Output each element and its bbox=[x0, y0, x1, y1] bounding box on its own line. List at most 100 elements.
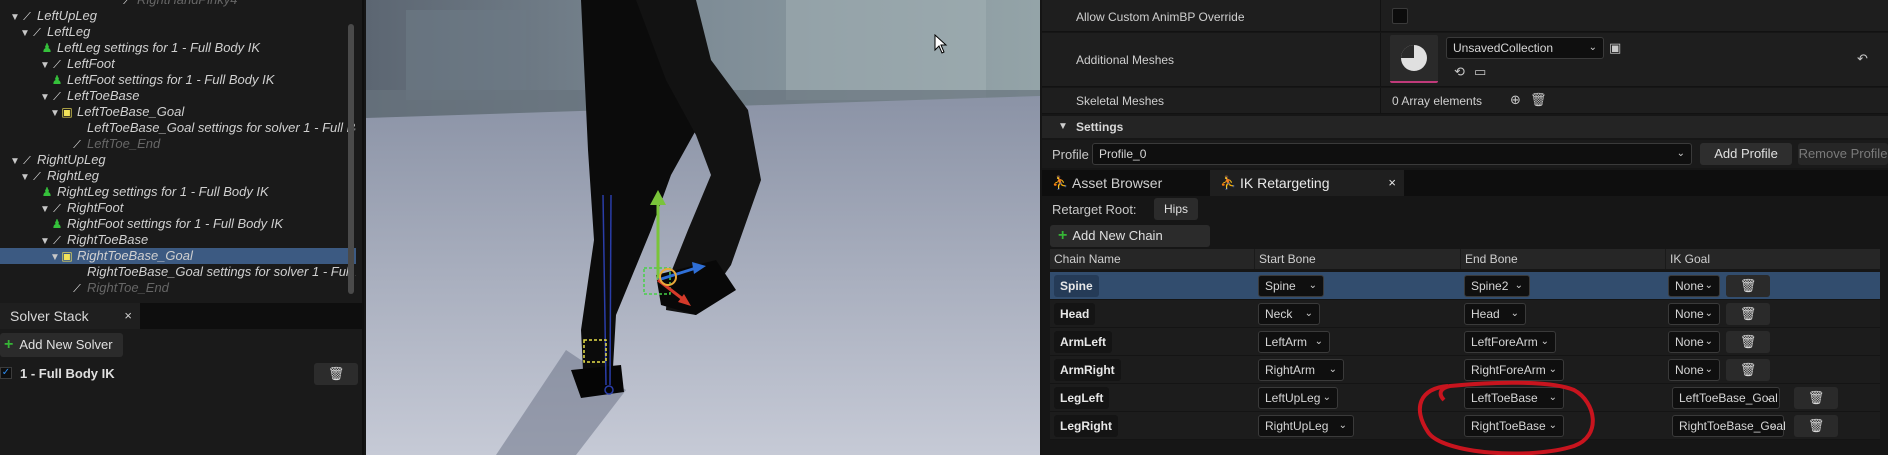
tree-item[interactable]: ▼▣ LeftToeBase_Goal bbox=[0, 104, 356, 120]
profile-dropdown[interactable]: Profile_0 ⌄ bbox=[1092, 143, 1692, 165]
chain-name[interactable]: Head bbox=[1054, 303, 1096, 325]
tree-item[interactable]: ♟ RightLeg settings for 1 - Full Body IK bbox=[0, 184, 356, 200]
tab-asset-browser[interactable]: ⛹ Asset Browser bbox=[1042, 170, 1204, 196]
tab-ik-retargeting[interactable]: ⛹ IK Retargeting × bbox=[1210, 170, 1404, 196]
start-bone-dropdown[interactable]: Spine ⌄ bbox=[1258, 275, 1324, 297]
start-bone-dropdown[interactable]: LeftArm ⌄ bbox=[1258, 331, 1330, 353]
tree-item[interactable]: ▼ ⟋ LeftUpLeg bbox=[0, 8, 356, 24]
delete-chain-button[interactable]: 🗑 bbox=[1726, 303, 1770, 325]
ik-goal-dropdown[interactable]: None ⌄ bbox=[1668, 331, 1720, 353]
chain-row[interactable]: ArmRight RightArm ⌄ RightForeArm ⌄ None ⌄ 🗑 bbox=[1050, 356, 1880, 384]
retarget-root-value[interactable]: Hips bbox=[1154, 198, 1199, 220]
add-element-icon[interactable]: ⊕ bbox=[1510, 92, 1521, 108]
add-profile-button[interactable]: Add Profile bbox=[1700, 143, 1792, 165]
chain-row[interactable]: LegLeft LeftUpLeg ⌄ LeftToeBase ⌄ LeftToeBase… bbox=[1050, 384, 1880, 412]
allow-override-checkbox[interactable] bbox=[1392, 8, 1408, 24]
tree-item[interactable]: ▼ ⟋ LeftFoot bbox=[0, 56, 356, 72]
tree-item[interactable]: ♟ LeftFoot settings for 1 - Full Body IK bbox=[0, 72, 356, 88]
tree-item[interactable]: RightToeBase_Goal settings for solver 1 … bbox=[0, 264, 356, 280]
ik-goal-dropdown[interactable]: None ⌄ bbox=[1668, 303, 1720, 325]
end-bone-dropdown[interactable]: Spine2 ⌄ bbox=[1464, 275, 1530, 297]
tree-item[interactable]: ⟋ RightToe_End bbox=[0, 280, 356, 296]
delete-chain-button[interactable]: 🗑 bbox=[1794, 415, 1838, 437]
reset-arrow-icon[interactable]: ↶ bbox=[1857, 51, 1868, 67]
collection-thumbnail[interactable] bbox=[1390, 35, 1438, 83]
trash-icon[interactable]: 🗑 bbox=[1530, 92, 1547, 108]
chain-name[interactable]: LegLeft bbox=[1054, 387, 1110, 409]
chain-row[interactable]: Head Neck ⌄ Head ⌄ None ⌄ 🗑 bbox=[1050, 300, 1880, 328]
tree-item[interactable]: ▼ ⟋ LeftToeBase bbox=[0, 88, 356, 104]
collection-dropdown[interactable]: UnsavedCollection ⌄ bbox=[1446, 37, 1604, 59]
additional-meshes-label: Additional Meshes bbox=[1076, 53, 1175, 67]
close-icon[interactable]: × bbox=[1388, 170, 1396, 196]
chain-row[interactable]: Spine Spine ⌄ Spine2 ⌄ None ⌄ 🗑 bbox=[1050, 272, 1880, 300]
viewport[interactable] bbox=[366, 0, 1040, 455]
tree-item[interactable]: ▼ ⟋ RightUpLeg bbox=[0, 152, 356, 168]
add-new-solver-button[interactable]: + Add New Solver bbox=[0, 333, 123, 357]
tree-item[interactable]: ▼ ⟋ RightToeBase bbox=[0, 232, 356, 248]
end-bone-dropdown[interactable]: LeftToeBase ⌄ bbox=[1464, 387, 1564, 409]
save-icon[interactable]: ▣ bbox=[1609, 40, 1621, 56]
ik-goal-dropdown[interactable]: None ⌄ bbox=[1668, 359, 1720, 381]
tree-item[interactable]: ▼▣ RightToeBase_Goal bbox=[0, 248, 356, 264]
tree-item[interactable]: ▼ ⟋ RightFoot bbox=[0, 200, 356, 216]
chain-name[interactable]: ArmLeft bbox=[1054, 331, 1113, 353]
caret-down-icon[interactable]: ▼ bbox=[40, 202, 50, 216]
end-bone-dropdown[interactable]: Head ⌄ bbox=[1464, 303, 1526, 325]
caret-down-icon[interactable]: ▼ bbox=[40, 234, 50, 248]
solver-row[interactable]: ✓ 1 - Full Body IK 🗑 bbox=[0, 362, 364, 386]
tree-item[interactable]: LeftToeBase_Goal settings for solver 1 -… bbox=[0, 120, 356, 136]
ik-goal-dropdown[interactable]: LeftToeBase_Goal ⌄ bbox=[1672, 387, 1780, 409]
tree-item[interactable]: ⟋ RightHandPinky4 bbox=[0, 0, 356, 8]
end-bone-dropdown[interactable]: RightToeBase ⌄ bbox=[1464, 415, 1564, 437]
delete-chain-button[interactable]: 🗑 bbox=[1726, 275, 1770, 297]
delete-solver-button[interactable]: 🗑 bbox=[314, 363, 358, 385]
tree-scrollbar[interactable] bbox=[348, 24, 354, 294]
chain-name[interactable]: LegRight bbox=[1054, 415, 1118, 437]
close-icon[interactable]: × bbox=[124, 303, 132, 329]
chain-name[interactable]: ArmRight bbox=[1054, 359, 1121, 381]
start-bone-dropdown[interactable]: Neck ⌄ bbox=[1258, 303, 1320, 325]
tree-item-label: RightHandPinky4 bbox=[137, 0, 237, 7]
tree-item[interactable]: ▼ ⟋ LeftLeg bbox=[0, 24, 356, 40]
caret-down-icon[interactable]: ▼ bbox=[10, 10, 20, 24]
mouse-cursor-icon bbox=[934, 34, 948, 54]
start-bone-dropdown[interactable]: LeftUpLeg ⌄ bbox=[1258, 387, 1338, 409]
caret-down-icon[interactable]: ▼ bbox=[50, 250, 60, 264]
caret-down-icon[interactable]: ▼ bbox=[20, 26, 30, 40]
solver-enabled-checkbox[interactable]: ✓ bbox=[0, 367, 12, 379]
ik-goal-dropdown[interactable]: RightToeBase_Goal ⌄ bbox=[1672, 415, 1786, 437]
start-bone-dropdown[interactable]: RightArm ⌄ bbox=[1258, 359, 1344, 381]
chain-name[interactable]: Spine bbox=[1054, 275, 1099, 297]
add-new-chain-button[interactable]: + Add New Chain bbox=[1050, 225, 1210, 247]
tree-item[interactable]: ▼ ⟋ RightLeg bbox=[0, 168, 356, 184]
tree-item[interactable]: ♟ RightFoot settings for 1 - Full Body IK bbox=[0, 216, 356, 232]
delete-chain-button[interactable]: 🗑 bbox=[1726, 331, 1770, 353]
remove-profile-button[interactable]: Remove Profile bbox=[1798, 143, 1888, 165]
column-ik-goal: IK Goal bbox=[1665, 249, 1880, 269]
settings-section-header[interactable]: ▼ Settings bbox=[1042, 116, 1888, 138]
caret-down-icon[interactable]: ▼ bbox=[40, 58, 50, 72]
end-bone-dropdown[interactable]: RightForeArm ⌄ bbox=[1464, 359, 1564, 381]
tree-item-label: LeftLeg bbox=[47, 24, 91, 39]
tree-item[interactable]: ⟋ LeftToe_End bbox=[0, 136, 356, 152]
caret-down-icon[interactable]: ▼ bbox=[40, 90, 50, 104]
caret-down-icon[interactable]: ▼ bbox=[10, 154, 20, 168]
chain-row[interactable]: ArmLeft LeftArm ⌄ LeftForeArm ⌄ None ⌄ 🗑 bbox=[1050, 328, 1880, 356]
caret-down-icon[interactable]: ▼ bbox=[20, 170, 30, 184]
chevron-down-icon: ⌄ bbox=[1704, 364, 1713, 375]
caret-down-icon[interactable]: ▼ bbox=[50, 106, 60, 120]
end-bone-dropdown[interactable]: LeftForeArm ⌄ bbox=[1464, 331, 1556, 353]
browse-folder-icon[interactable]: ▭ bbox=[1474, 64, 1486, 80]
tab-solver-stack[interactable]: Solver Stack × bbox=[0, 303, 140, 329]
tree-item[interactable]: ♟ LeftLeg settings for 1 - Full Body IK bbox=[0, 40, 356, 56]
solver-stack-tabbar: Solver Stack × bbox=[0, 303, 364, 329]
start-bone-dropdown[interactable]: RightUpLeg ⌄ bbox=[1258, 415, 1354, 437]
delete-chain-button[interactable]: 🗑 bbox=[1794, 387, 1838, 409]
ik-goal-dropdown[interactable]: None ⌄ bbox=[1668, 275, 1720, 297]
delete-chain-button[interactable]: 🗑 bbox=[1726, 359, 1770, 381]
tree-item-label: LeftToeBase_Goal settings for solver 1 -… bbox=[87, 120, 356, 135]
chain-row[interactable]: LegRight RightUpLeg ⌄ RightToeBase ⌄ RightToe… bbox=[1050, 412, 1880, 440]
browse-back-icon[interactable]: ⟲ bbox=[1454, 64, 1465, 80]
additional-meshes-row: Additional Meshes UnsavedCollection ⌄ ▣ … bbox=[1042, 33, 1888, 87]
